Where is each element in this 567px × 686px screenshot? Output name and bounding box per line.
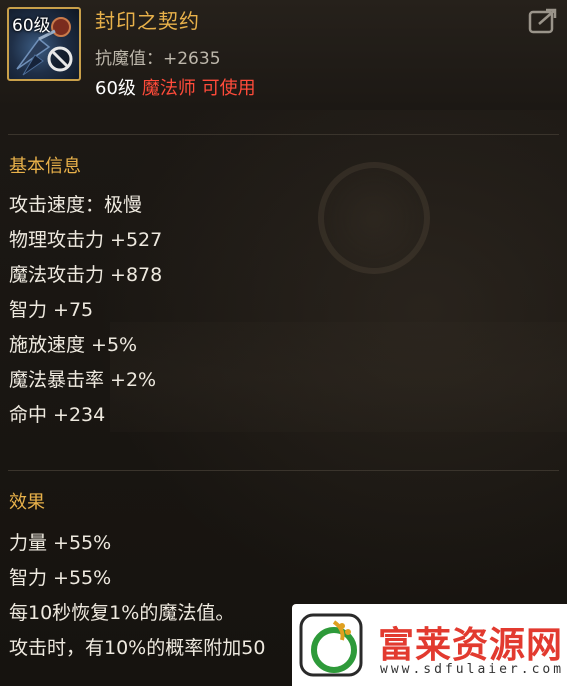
effect-strength: 力量 +55% — [9, 532, 112, 554]
item-name: 封印之契约 — [95, 9, 200, 33]
watermark-url: www.sdfulaier.com — [380, 662, 565, 677]
attr-attack-speed: 攻击速度：极慢 — [9, 194, 143, 216]
effect-intelligence: 智力 +55% — [9, 567, 112, 589]
watermark-logo-icon — [299, 613, 363, 677]
required-class: 魔法师 可使用 — [141, 78, 256, 99]
basic-info-title: 基本信息 — [9, 156, 81, 177]
divider — [8, 134, 559, 135]
attr-intelligence: 智力 +75 — [9, 299, 94, 321]
attr-hit-rate: 命中 +234 — [9, 404, 106, 426]
watermark-title: 富莱资源网 — [378, 625, 564, 666]
attr-cast-speed: 施放速度 +5% — [9, 334, 138, 356]
attr-magic-crit: 魔法暴击率 +2% — [9, 369, 157, 391]
item-requirement: 60级 魔法师 可使用 — [95, 74, 256, 100]
effect-on-hit: 攻击时，有10%的概率附加50 — [9, 637, 266, 659]
divider — [8, 470, 559, 471]
background-slots — [110, 322, 567, 432]
site-watermark: 富莱资源网 www.sdfulaier.com — [292, 604, 567, 686]
item-weapon-icon[interactable]: 60级 — [7, 7, 81, 81]
item-tooltip-panel: 60级 封印之契约 抗魔值：+2635 60级 魔法师 可使用 基本信息 攻击速度… — [0, 0, 567, 686]
effect-mp-regen: 每10秒恢复1%的魔法值。 — [9, 602, 235, 624]
effect-title: 效果 — [9, 492, 45, 513]
attr-physical-attack: 物理攻击力 +527 — [9, 229, 163, 251]
share-icon[interactable] — [527, 6, 559, 36]
background-emblem — [318, 162, 430, 274]
item-level-tag: 60级 — [12, 16, 51, 36]
unbindable-icon — [47, 46, 73, 72]
attr-magic-attack: 魔法攻击力 +878 — [9, 264, 163, 286]
tooltip-header: 60级 封印之契约 抗魔值：+2635 60级 魔法师 可使用 — [0, 0, 567, 110]
item-magic-resist: 抗魔值：+2635 — [95, 49, 221, 69]
required-level: 60级 — [95, 78, 136, 99]
